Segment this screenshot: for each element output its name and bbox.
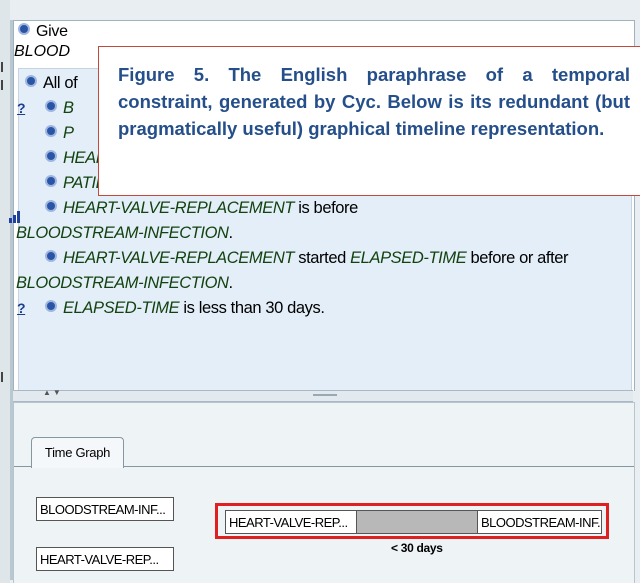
bullet-icon — [45, 175, 57, 187]
condition-text: . — [228, 224, 234, 242]
condition-term[interactable]: ELAPSED-TIME — [63, 299, 180, 317]
condition-text: started — [294, 249, 351, 267]
bullet-icon — [45, 125, 57, 137]
resize-grip[interactable] — [1, 372, 3, 382]
timeline-gap-label: < 30 days — [391, 541, 443, 555]
condition-term[interactable]: BLOODSTREAM-INFECTION — [16, 274, 229, 292]
condition-line: P — [45, 122, 74, 144]
condition-term[interactable]: HEART-VALVE-REPLACEMENT — [63, 199, 294, 217]
timeline-event-bloodstream[interactable]: BLOODSTREAM-INF.. — [477, 510, 602, 534]
time-graph-pane: Time Graph BLOODSTREAM-INF... HEART-VALV… — [13, 402, 635, 583]
bullet-icon — [45, 300, 57, 312]
condition-term[interactable]: ELAPSED-TIME — [350, 249, 467, 267]
condition-text: . — [228, 274, 234, 292]
splitter-arrows-icon[interactable]: ▲▼ — [43, 388, 63, 397]
given-line: Give — [18, 23, 68, 41]
bullet-icon — [18, 23, 30, 35]
condition-line: ? B — [17, 97, 74, 119]
timeline-gap-bar — [357, 510, 477, 534]
blood-line: BLOOD — [14, 43, 71, 60]
condition-line: All of — [25, 72, 78, 94]
condition-line: BLOODSTREAM-INFECTION. — [16, 222, 233, 244]
question-icon[interactable]: ? — [17, 97, 26, 119]
condition-line: BLOODSTREAM-INFECTION. — [16, 272, 233, 294]
bullet-icon — [45, 150, 57, 162]
condition-text: is before — [294, 199, 358, 217]
condition-line: HEART-VALVE-REPLACEMENT is before — [45, 197, 358, 219]
bullet-icon — [45, 250, 57, 262]
given-text: Give — [36, 23, 68, 40]
tab-time-graph[interactable]: Time Graph — [31, 437, 124, 468]
condition-text: before or after — [466, 249, 569, 267]
condition-term[interactable]: HEART-VALVE-REPLACEMENT — [63, 249, 294, 267]
event-label-heart-valve[interactable]: HEART-VALVE-REP... — [36, 547, 174, 571]
figure-caption: Figure 5. The English paraphrase of a te… — [98, 46, 640, 196]
condition-term[interactable]: BLOODSTREAM-INFECTION — [16, 224, 229, 242]
event-label-bloodstream[interactable]: BLOODSTREAM-INF... — [36, 497, 174, 521]
bullet-icon — [25, 75, 37, 87]
condition-line: HEART-VALVE-REPLACEMENT started ELAPSED-… — [45, 247, 569, 269]
question-icon[interactable]: ? — [17, 297, 26, 319]
condition-text: B — [63, 99, 74, 117]
bullet-icon — [45, 100, 57, 112]
tab-gap — [32, 466, 121, 467]
condition-text: is less than 30 days. — [179, 299, 325, 317]
splitter-handle[interactable] — [313, 394, 337, 396]
paraphrase-pane: Give BLOOD All of?BPHEART-VALVE-REPLACEM… — [9, 20, 640, 392]
condition-text: All of — [43, 74, 78, 92]
condition-line: ? ELAPSED-TIME is less than 30 days. — [17, 297, 325, 319]
timeline-event-heart-valve[interactable]: HEART-VALVE-REP... — [225, 510, 357, 534]
pane-splitter[interactable]: ▲▼ — [13, 388, 633, 402]
bullet-icon — [45, 200, 57, 212]
resize-grip[interactable] — [1, 80, 3, 90]
condition-text: P — [63, 124, 74, 142]
resize-grip[interactable] — [1, 62, 3, 72]
